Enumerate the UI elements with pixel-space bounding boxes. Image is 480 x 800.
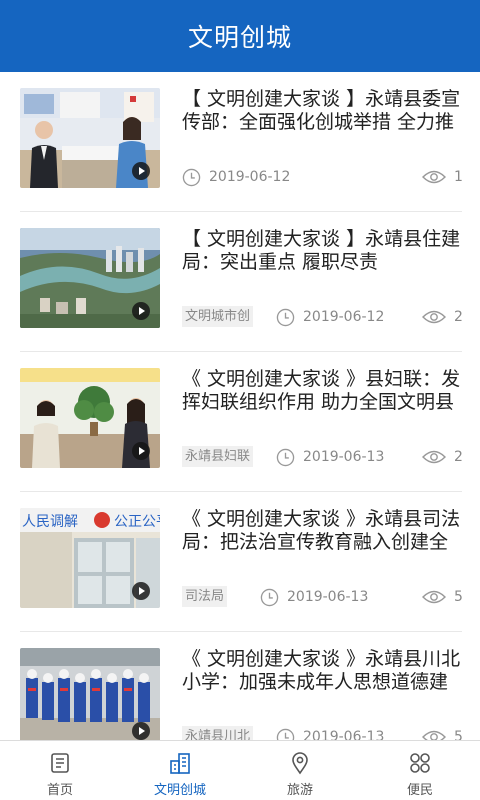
views-group: 5 <box>422 586 464 608</box>
clock-icon <box>276 448 295 466</box>
tab-civilized-city[interactable]: 文明创城 <box>120 741 240 800</box>
publish-date: 2019-06-13 <box>303 449 385 465</box>
news-title[interactable]: 【 文明创建大家谈 】永靖县住建局：突出重点 履职尽责 <box>182 228 464 274</box>
clock-icon <box>276 728 295 740</box>
grid-services-icon <box>410 753 430 773</box>
clock-icon <box>260 588 279 606</box>
news-meta: 永靖县妇联 2019-06-13 2 <box>182 446 464 468</box>
page-title: 文明创城 <box>187 23 292 52</box>
date-group: 2019-06-13 <box>276 726 384 740</box>
location-pin-icon <box>292 752 308 775</box>
clock-icon <box>182 168 201 186</box>
fairness-sign-text: 公正公平 <box>114 514 160 530</box>
eye-icon <box>422 450 446 464</box>
news-item[interactable]: 人民调解 公正公平 《 文明创建大家谈 》永靖县司法局：把法治宣传教育融入创建全… <box>20 492 464 632</box>
tab-home-label: 首页 <box>46 783 73 798</box>
news-title[interactable]: 《 文明创建大家谈 》县妇联：发挥妇联组织作用 助力全国文明县城创建 <box>182 368 464 414</box>
date-group: 2019-06-13 <box>260 586 368 608</box>
tab-civilized-city-label: 文明创城 <box>153 783 206 798</box>
news-thumbnail[interactable] <box>20 648 160 740</box>
category-tag: 司法局 <box>182 586 228 607</box>
mediation-sign-text: 人民调解 <box>22 514 78 530</box>
news-title[interactable]: 《 文明创建大家谈 》永靖县司法局：把法治宣传教育融入创建全国文明城市工作中 <box>182 508 464 554</box>
view-count: 5 <box>454 589 463 605</box>
views-group: 2 <box>422 446 464 468</box>
news-item[interactable]: 《 文明创建大家谈 》县妇联：发挥妇联组织作用 助力全国文明县城创建 永靖县妇联… <box>20 352 464 492</box>
home-icon <box>51 753 69 773</box>
news-feed[interactable]: 【 文明创建大家谈 】永靖县委宣传部：全面强化创城举措 全力推进创城工作 201… <box>0 72 480 740</box>
category-tag: 文明城市创 <box>182 306 254 327</box>
news-thumbnail[interactable] <box>20 368 160 468</box>
news-item[interactable]: 【 文明创建大家谈 】永靖县委宣传部：全面强化创城举措 全力推进创城工作 201… <box>20 72 464 212</box>
tab-tourism[interactable]: 旅游 <box>240 741 360 800</box>
video-play-icon <box>132 162 150 180</box>
date-group: 2019-06-12 <box>276 306 384 328</box>
publish-date: 2019-06-12 <box>209 169 291 185</box>
news-thumbnail[interactable]: 人民调解 公正公平 <box>20 508 160 608</box>
news-meta: 司法局 2019-06-13 5 <box>182 586 464 608</box>
tab-services-label: 便民 <box>406 783 433 798</box>
publish-date: 2019-06-12 <box>303 309 385 325</box>
view-count: 1 <box>454 169 463 185</box>
views-group: 2 <box>422 306 464 328</box>
video-play-icon <box>132 582 150 600</box>
tab-home[interactable]: 首页 <box>0 741 120 800</box>
date-group: 2019-06-12 <box>182 166 290 188</box>
category-tag: 永靖县妇联 <box>182 446 254 467</box>
eye-icon <box>422 170 446 184</box>
views-group: 5 <box>422 726 464 740</box>
view-count: 2 <box>454 309 463 325</box>
news-meta: 文明城市创 2019-06-12 2 <box>182 306 464 328</box>
news-title[interactable]: 【 文明创建大家谈 】永靖县委宣传部：全面强化创城举措 全力推进创城工作 <box>182 88 464 134</box>
news-item[interactable]: 【 文明创建大家谈 】永靖县住建局：突出重点 履职尽责 文明城市创 2019-0… <box>20 212 464 352</box>
view-count: 2 <box>454 449 463 465</box>
news-title[interactable]: 《 文明创建大家谈 》永靖县川北小学：加强未成年人思想道德建设 <box>182 648 464 694</box>
bottom-tab-bar: 首页 文明创城 旅游 便民 <box>0 740 480 800</box>
video-play-icon <box>132 442 150 460</box>
news-meta: 2019-06-12 1 <box>182 166 464 188</box>
news-item[interactable]: 《 文明创建大家谈 》永靖县川北小学：加强未成年人思想道德建设 永靖县川北 20… <box>20 632 464 740</box>
tab-tourism-label: 旅游 <box>286 783 313 798</box>
tab-services[interactable]: 便民 <box>360 741 480 800</box>
eye-icon <box>422 730 446 740</box>
views-group: 1 <box>422 166 464 188</box>
city-building-icon <box>170 753 190 774</box>
category-tag: 永靖县川北 <box>182 726 254 740</box>
news-thumbnail[interactable] <box>20 88 160 188</box>
news-thumbnail[interactable] <box>20 228 160 328</box>
date-group: 2019-06-13 <box>276 446 384 468</box>
publish-date: 2019-06-13 <box>303 729 385 740</box>
video-play-icon <box>132 722 150 740</box>
app-header: 文明创城 <box>0 0 480 72</box>
news-meta: 永靖县川北 2019-06-13 5 <box>182 726 464 740</box>
video-play-icon <box>132 302 150 320</box>
clock-icon <box>276 308 295 326</box>
view-count: 5 <box>454 729 463 740</box>
publish-date: 2019-06-13 <box>287 589 369 605</box>
eye-icon <box>422 310 446 324</box>
eye-icon <box>422 590 446 604</box>
